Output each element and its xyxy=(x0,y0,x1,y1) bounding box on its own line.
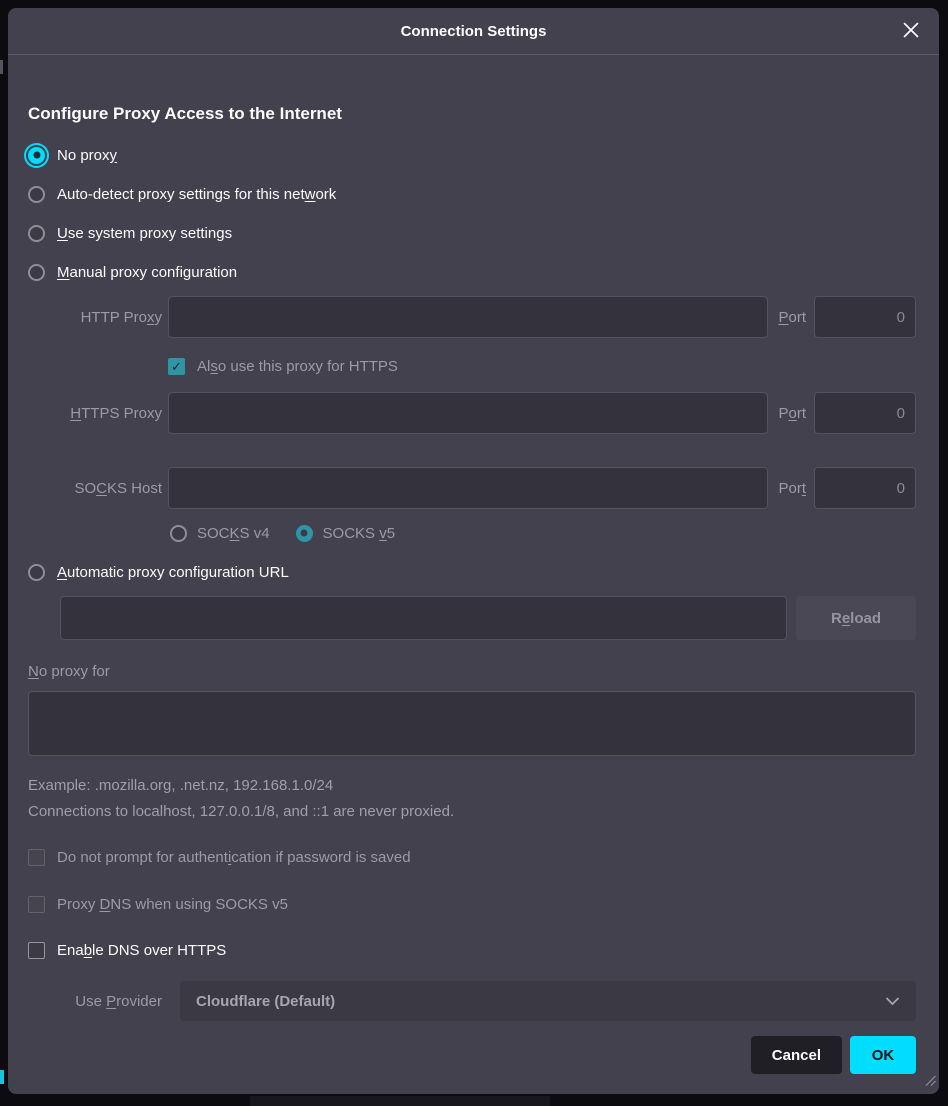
radio-row-system-proxy[interactable]: Use system proxy settings xyxy=(28,219,916,247)
radio-autoproxy-url[interactable] xyxy=(28,564,45,581)
no-proxy-example-text: Example: .mozilla.org, .net.nz, 192.168.… xyxy=(28,777,916,794)
https-port-label: Port xyxy=(778,405,806,422)
socks-host-label: SOCKS Host xyxy=(28,480,162,497)
socks-port-label: Port xyxy=(778,480,806,497)
no-prompt-auth-checkbox[interactable] xyxy=(28,849,45,866)
socks-v4-item[interactable]: SOCKS v4 xyxy=(170,525,270,542)
doh-provider-dropdown[interactable]: Cloudflare (Default) xyxy=(180,981,916,1021)
radio-label-auto-detect: Auto-detect proxy settings for this netw… xyxy=(57,186,336,203)
radio-socks-v5[interactable] xyxy=(296,525,313,542)
cancel-button[interactable]: Cancel xyxy=(751,1036,842,1074)
radio-no-proxy[interactable] xyxy=(28,147,45,164)
radio-auto-detect[interactable] xyxy=(28,186,45,203)
enable-doh-label: Enable DNS over HTTPS xyxy=(57,942,226,959)
no-proxy-for-textarea[interactable] xyxy=(28,691,916,756)
radio-manual-proxy[interactable] xyxy=(28,264,45,281)
radio-label-manual-proxy: Manual proxy configuration xyxy=(57,264,237,281)
no-proxy-for-label: No proxy for xyxy=(28,663,110,680)
chevron-down-icon xyxy=(885,997,900,1006)
radio-label-autoproxy-url: Automatic proxy configuration URL xyxy=(57,564,289,581)
proxy-dns-socks5-row[interactable]: Proxy DNS when using SOCKS v5 xyxy=(28,892,916,916)
proxy-mode-radiogroup: No proxy Auto-detect proxy settings for … xyxy=(28,141,916,286)
enable-doh-checkbox[interactable] xyxy=(28,942,45,959)
radio-row-autoproxy-url[interactable]: Automatic proxy configuration URL xyxy=(28,558,916,586)
http-proxy-input[interactable] xyxy=(168,296,768,338)
proxy-dns-socks5-checkbox[interactable] xyxy=(28,896,45,913)
section-heading: Configure Proxy Access to the Internet xyxy=(28,104,916,124)
socks-port-input[interactable] xyxy=(814,467,916,509)
no-proxy-for-label-row: No proxy for xyxy=(28,660,916,682)
socks-v4-label: SOCKS v4 xyxy=(197,525,270,542)
radio-row-auto-detect[interactable]: Auto-detect proxy settings for this netw… xyxy=(28,180,916,208)
radio-label-no-proxy: No proxy xyxy=(57,147,117,164)
dialog-title: Connection Settings xyxy=(401,23,547,40)
http-proxy-row: HTTP Proxy Port xyxy=(28,296,916,338)
radio-row-no-proxy[interactable]: No proxy xyxy=(28,141,916,169)
radio-label-system-proxy: Use system proxy settings xyxy=(57,225,232,242)
also-https-row[interactable]: ✓ Also use this proxy for HTTPS xyxy=(168,354,916,378)
background-accent-fragment xyxy=(0,1070,4,1084)
ok-button[interactable]: OK xyxy=(850,1036,916,1074)
background-gray-fragment xyxy=(0,60,3,74)
no-prompt-auth-row[interactable]: Do not prompt for authentication if pass… xyxy=(28,845,916,869)
also-https-label: Also use this proxy for HTTPS xyxy=(197,358,398,375)
socks-host-input[interactable] xyxy=(168,467,768,509)
background-page-fragment xyxy=(250,1096,550,1106)
close-button[interactable] xyxy=(897,17,925,45)
dialog-titlebar: Connection Settings xyxy=(8,8,939,55)
radio-row-manual-proxy[interactable]: Manual proxy configuration xyxy=(28,258,916,286)
https-proxy-row: HTTPS Proxy Port xyxy=(28,392,916,434)
https-proxy-label: HTTPS Proxy xyxy=(28,405,162,422)
dialog-content: Configure Proxy Access to the Internet N… xyxy=(8,55,939,1094)
resize-grippy[interactable] xyxy=(923,1073,936,1091)
http-port-label: Port xyxy=(778,309,806,326)
reload-button[interactable]: Reload xyxy=(796,596,916,640)
connection-settings-dialog: Connection Settings Configure Proxy Acce… xyxy=(8,8,939,1094)
dialog-footer: Cancel OK xyxy=(28,1036,916,1074)
no-prompt-auth-label: Do not prompt for authentication if pass… xyxy=(57,849,411,866)
doh-provider-row: Use Provider Cloudflare (Default) xyxy=(28,981,916,1021)
http-proxy-label: HTTP Proxy xyxy=(28,309,162,326)
socks-version-radiogroup: SOCKS v4 SOCKS v5 xyxy=(170,521,916,545)
enable-doh-row[interactable]: Enable DNS over HTTPS xyxy=(28,938,916,962)
radio-socks-v4[interactable] xyxy=(170,525,187,542)
localhost-note-text: Connections to localhost, 127.0.0.1/8, a… xyxy=(28,803,916,820)
also-https-checkbox[interactable]: ✓ xyxy=(168,358,185,375)
radio-system-proxy[interactable] xyxy=(28,225,45,242)
socks-host-row: SOCKS Host Port xyxy=(28,467,916,509)
close-icon xyxy=(902,21,920,42)
autoproxy-url-input[interactable] xyxy=(60,596,787,640)
https-port-input[interactable] xyxy=(814,392,916,434)
http-port-input[interactable] xyxy=(814,296,916,338)
autoproxy-url-row: Reload xyxy=(60,596,916,640)
proxy-dns-socks5-label: Proxy DNS when using SOCKS v5 xyxy=(57,896,288,913)
socks-v5-label: SOCKS v5 xyxy=(323,525,396,542)
socks-v5-item[interactable]: SOCKS v5 xyxy=(296,525,396,542)
doh-provider-value: Cloudflare (Default) xyxy=(196,993,335,1010)
check-icon: ✓ xyxy=(171,360,182,373)
https-proxy-input[interactable] xyxy=(168,392,768,434)
use-provider-label: Use Provider xyxy=(28,993,162,1010)
